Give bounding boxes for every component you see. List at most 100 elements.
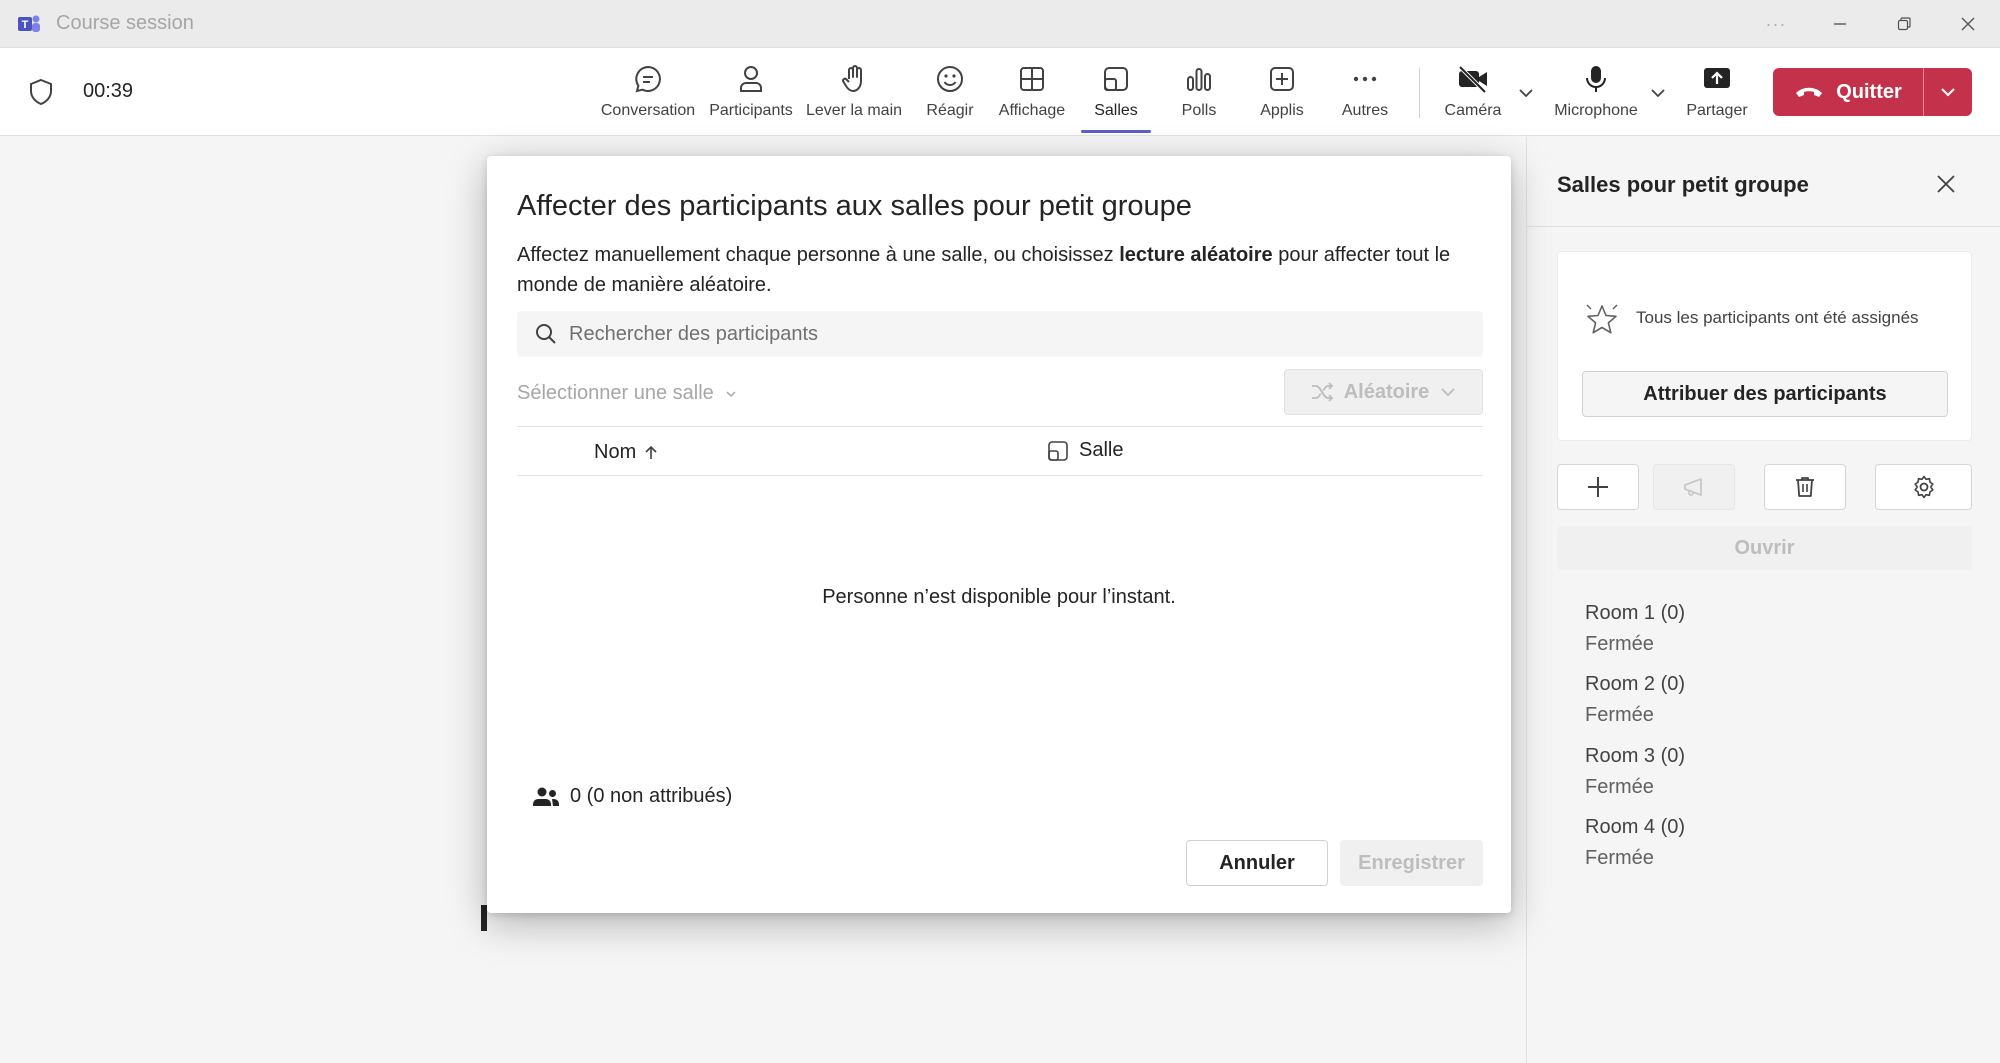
room-status: Fermée	[1585, 847, 1654, 869]
toolbar-label: Réagir	[926, 102, 974, 119]
quit-options-button[interactable]	[1924, 68, 1972, 116]
room-item[interactable]: Room 1 (0) Fermée	[1585, 602, 1885, 656]
room-status: Fermée	[1585, 704, 1654, 726]
toolbar-view-button[interactable]: Affichage	[992, 60, 1072, 130]
select-room-label: Sélectionner une salle	[517, 382, 714, 404]
participants-table-header: Nom Salle	[517, 426, 1483, 476]
random-assign-label: Aléatoire	[1343, 380, 1430, 403]
restore-icon	[1897, 17, 1911, 31]
camera-options-chevron-icon[interactable]	[1517, 84, 1535, 102]
column-name-label: Nom	[594, 441, 637, 463]
close-window-button[interactable]	[1936, 0, 2000, 48]
open-rooms-button[interactable]: Ouvrir	[1557, 526, 1972, 570]
room-name: Room 1 (0)	[1585, 602, 1686, 624]
cancel-button[interactable]: Annuler	[1186, 840, 1328, 886]
room-item[interactable]: Room 2 (0) Fermée	[1585, 673, 1885, 727]
add-room-button[interactable]	[1557, 464, 1639, 510]
chevron-down-icon	[726, 390, 736, 397]
quit-label: Quitter	[1836, 80, 1902, 103]
minimize-button[interactable]	[1808, 0, 1872, 48]
column-room-header[interactable]: Salle	[1047, 439, 1123, 462]
chevron-down-icon	[1441, 388, 1455, 397]
toolbar-polls-button[interactable]: Polls	[1174, 60, 1224, 130]
chevron-down-icon	[1941, 88, 1955, 97]
gear-icon	[1913, 475, 1934, 499]
search-input[interactable]	[569, 322, 1449, 346]
toolbar-label: Participants	[709, 102, 793, 119]
more-options-button[interactable]: ···	[1744, 0, 1808, 48]
dialog-description-start: Affectez manuellement chaque personne à …	[517, 244, 1120, 266]
toolbar-label: Partager	[1686, 102, 1748, 119]
column-name-header[interactable]: Nom	[594, 441, 658, 464]
people-icon	[533, 787, 559, 806]
toolbar-label: Microphone	[1554, 102, 1638, 119]
breakout-rooms-icon	[1048, 440, 1068, 461]
room-name: Room 3 (0)	[1585, 745, 1686, 767]
panel-header: Salles pour petit groupe	[1527, 137, 2000, 227]
quit-button[interactable]: Quitter	[1773, 68, 1923, 116]
toolbar-conversation-button[interactable]: Conversation	[600, 60, 696, 130]
meeting-timer: 00:39	[83, 80, 134, 102]
toolbar-label: Applis	[1260, 102, 1304, 119]
window-title: Course session	[56, 12, 194, 34]
toolbar-label: Affichage	[998, 102, 1066, 119]
title-bar: T Course session ···	[0, 0, 2000, 48]
sparkle-star-icon	[1586, 304, 1618, 334]
room-actions-row	[1557, 464, 1972, 512]
meeting-toolbar: 00:39 Conversation Participants Lever la…	[0, 48, 2000, 136]
room-item[interactable]: Room 3 (0) Fermée	[1585, 745, 1885, 799]
toolbar-label: Autres	[1341, 102, 1389, 119]
microphone-icon	[1586, 66, 1606, 92]
search-icon	[536, 324, 556, 344]
shuffle-icon	[1311, 382, 1333, 402]
megaphone-icon	[1684, 478, 1702, 496]
toolbar-share-button[interactable]: Partager	[1680, 60, 1754, 130]
save-button[interactable]: Enregistrer	[1340, 840, 1483, 886]
hand-icon	[842, 65, 862, 92]
close-panel-icon[interactable]	[1935, 173, 1957, 195]
arrow-up-sort-icon	[645, 445, 657, 459]
toolbar-label: Conversation	[600, 102, 696, 119]
toolbar-camera-button[interactable]: Caméra	[1440, 60, 1506, 130]
chat-icon	[635, 65, 661, 93]
toolbar-participants-button[interactable]: Participants	[704, 60, 798, 130]
room-settings-button[interactable]	[1875, 464, 1972, 510]
toolbar-label: Caméra	[1444, 102, 1502, 119]
delete-room-button[interactable]	[1764, 464, 1846, 510]
svg-text:T: T	[22, 19, 29, 31]
toolbar-apps-button[interactable]: Applis	[1254, 60, 1310, 130]
camera-off-icon	[1458, 65, 1487, 94]
restore-button[interactable]	[1872, 0, 1936, 48]
microphone-options-chevron-icon[interactable]	[1649, 84, 1667, 102]
toolbar-raise-hand-button[interactable]: Lever la main	[804, 60, 904, 130]
room-status: Fermée	[1585, 776, 1654, 798]
toolbar-react-button[interactable]: Réagir	[920, 60, 980, 130]
hang-up-icon	[1796, 87, 1823, 97]
trash-icon	[1796, 477, 1814, 497]
select-room-dropdown[interactable]: Sélectionner une salle	[517, 382, 738, 405]
toolbar-rooms-button[interactable]: Salles	[1086, 60, 1146, 130]
dialog-description: Affectez manuellement chaque personne à …	[517, 240, 1487, 300]
announce-button[interactable]	[1653, 464, 1735, 510]
panel-title: Salles pour petit groupe	[1557, 172, 1809, 197]
quit-button-group: Quitter	[1773, 68, 1972, 116]
assignment-status-card: Tous les participants ont été assignés A…	[1557, 251, 1972, 441]
room-item[interactable]: Room 4 (0) Fermée	[1585, 816, 1885, 870]
toolbar-label: Salles	[1094, 102, 1138, 119]
breakout-rooms-icon	[1104, 67, 1128, 91]
assign-participants-button[interactable]: Attribuer des participants	[1582, 371, 1948, 417]
toolbar-microphone-button[interactable]: Microphone	[1546, 60, 1646, 130]
participant-count-label: 0 (0 non attribués)	[570, 785, 733, 807]
empty-state-message: Personne n’est disponible pour l’instant…	[822, 586, 1176, 608]
assign-participants-dialog: Affecter des participants aux salles pou…	[487, 156, 1511, 913]
toolbar-more-button[interactable]: Autres	[1336, 60, 1394, 130]
grid-view-icon	[1020, 67, 1044, 91]
add-apps-icon	[1270, 67, 1294, 91]
toolbar-label: Polls	[1181, 102, 1217, 119]
active-tab-indicator	[1081, 130, 1151, 133]
room-status: Fermée	[1585, 633, 1654, 655]
toolbar-divider	[1419, 68, 1420, 118]
random-assign-button[interactable]: Aléatoire	[1284, 369, 1483, 415]
smiley-icon	[937, 66, 963, 92]
share-screen-icon	[1704, 68, 1730, 88]
